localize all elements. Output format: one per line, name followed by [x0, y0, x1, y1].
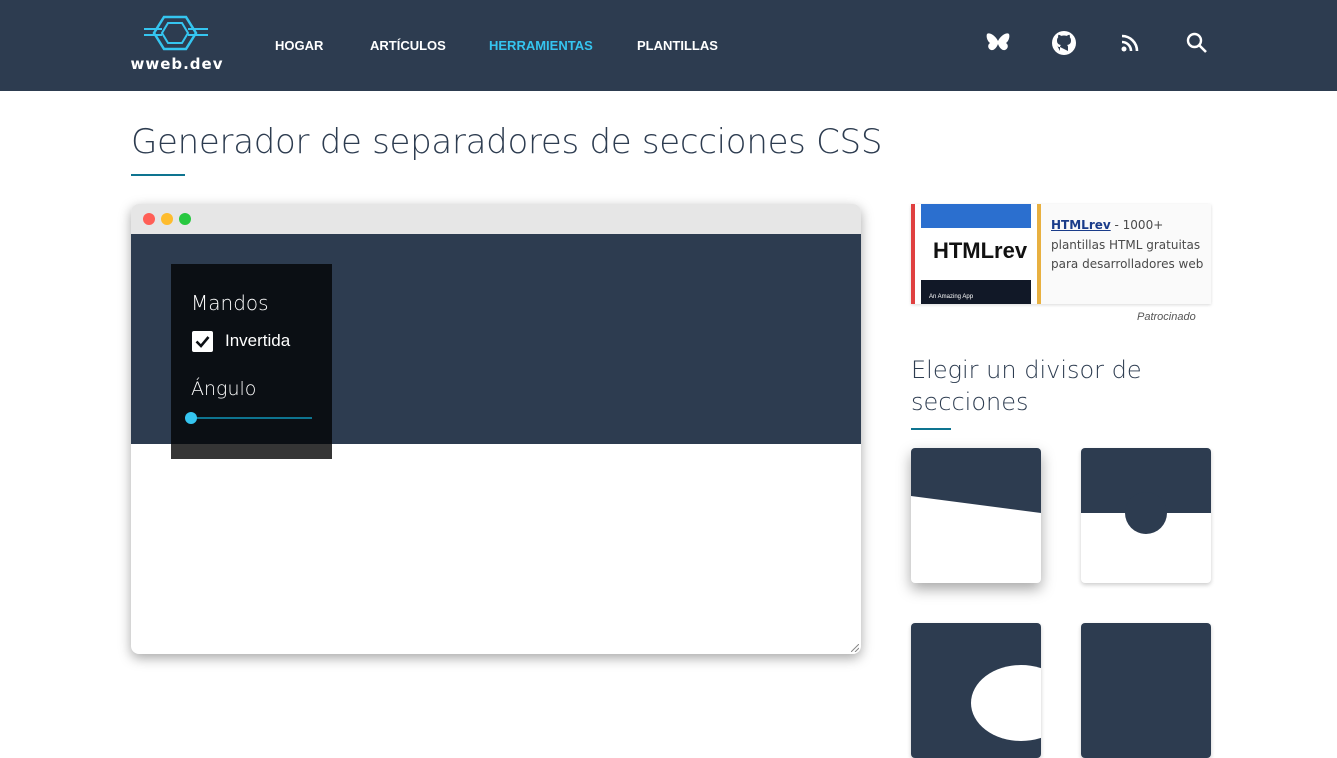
angle-slider-thumb[interactable]	[185, 412, 197, 424]
flat-divider-preview	[1081, 623, 1211, 758]
logo-icon	[144, 15, 208, 51]
butterfly-icon[interactable]	[983, 28, 1013, 58]
minimize-dot-icon	[161, 213, 173, 225]
site-header: wweb.dev HOGAR ARTÍCULOS HERRAMIENTAS PL…	[0, 0, 1337, 91]
checkmark-icon	[195, 336, 210, 348]
divider-option-curve[interactable]	[911, 623, 1041, 758]
divider-option-flat[interactable]	[1081, 623, 1211, 758]
divider-option-slant[interactable]	[911, 448, 1041, 583]
circle-divider-preview	[1081, 448, 1211, 534]
sponsor-card: HTMLrev An Amazing App HTMLrev - 1000+ p…	[911, 204, 1211, 304]
nav-item-plantillas[interactable]: PLANTILLAS	[637, 38, 718, 53]
curve-divider-preview	[911, 623, 1041, 758]
sponsor-text: HTMLrev - 1000+ plantillas HTML gratuita…	[1051, 216, 1206, 275]
slant-divider-preview	[911, 448, 1041, 513]
rss-icon[interactable]	[1115, 28, 1145, 58]
picker-underline	[911, 428, 951, 430]
logo-text: wweb.dev	[130, 55, 224, 73]
sponsor-image[interactable]: HTMLrev An Amazing App	[911, 204, 1041, 304]
sponsor-link[interactable]: HTMLrev	[1051, 218, 1111, 232]
divider-option-circle[interactable]	[1081, 448, 1211, 583]
close-dot-icon	[143, 213, 155, 225]
nav-item-herramientas[interactable]: HERRAMIENTAS	[489, 38, 593, 53]
sponsor-image-caption: An Amazing App	[929, 294, 974, 300]
title-underline	[131, 174, 185, 176]
controls-footer	[171, 444, 332, 459]
page-title: Generador de separadores de secciones CS…	[131, 122, 883, 162]
github-icon[interactable]	[1049, 28, 1079, 58]
inverted-checkbox[interactable]	[192, 331, 213, 352]
angle-slider-track[interactable]	[191, 417, 312, 419]
maximize-dot-icon	[179, 213, 191, 225]
controls-panel: Mandos Invertida Ángulo	[171, 264, 332, 459]
site-logo[interactable]: wweb.dev	[130, 13, 224, 75]
nav-item-articulos[interactable]: ARTÍCULOS	[370, 38, 446, 53]
controls-title: Mandos	[191, 291, 269, 315]
nav-item-hogar[interactable]: HOGAR	[275, 38, 323, 53]
resize-handle-icon[interactable]	[851, 644, 859, 652]
sponsored-label: Patrocinado	[1137, 311, 1196, 323]
angle-label: Ángulo	[191, 378, 257, 400]
sponsor-image-text: HTMLrev	[932, 238, 1028, 263]
inverted-label: Invertida	[225, 331, 291, 350]
picker-title: Elegir un divisor de secciones	[911, 356, 1142, 416]
search-icon[interactable]	[1182, 28, 1212, 58]
window-titlebar	[131, 204, 861, 234]
